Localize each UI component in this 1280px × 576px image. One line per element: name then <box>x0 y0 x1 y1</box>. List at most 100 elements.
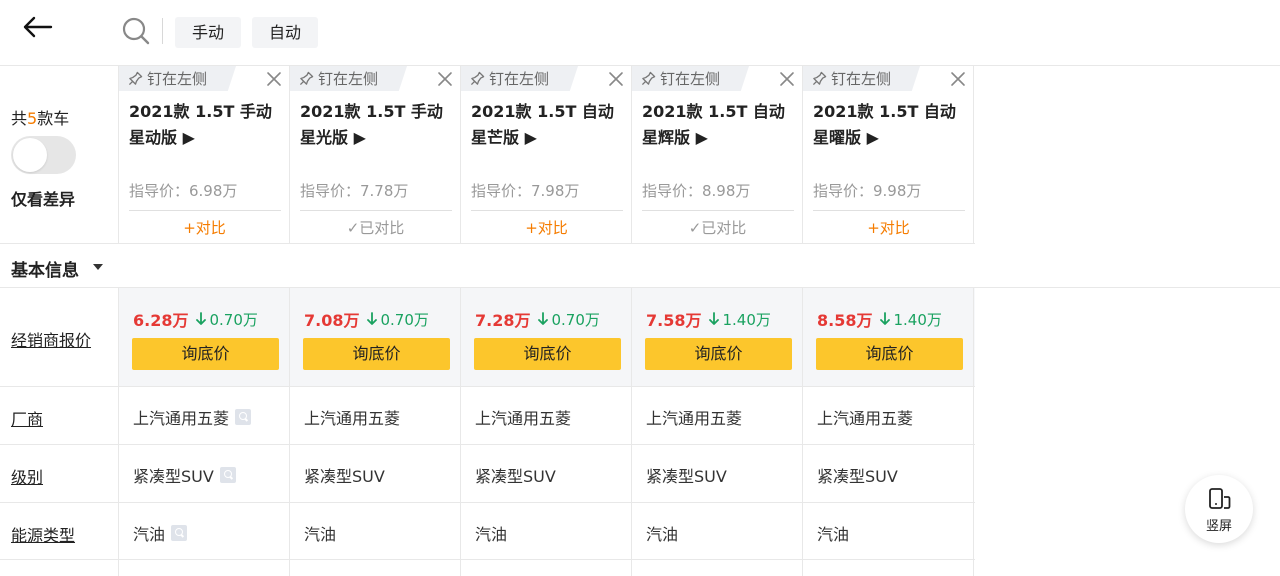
energy-value-wrap: 汽油 <box>646 521 678 545</box>
row-label: 级别 <box>0 445 119 502</box>
next-row <box>0 560 975 576</box>
car-model-name[interactable]: 2021款 1.5T 自动星芒版 ▶ <box>471 99 627 151</box>
down-arrow-icon <box>367 312 378 325</box>
toggle-knob <box>13 138 47 172</box>
price-drop-value: 0.70万 <box>380 310 429 329</box>
dealer-price-value: 7.08万 <box>304 311 360 330</box>
ask-lowest-price-button[interactable]: 询底价 <box>645 338 792 370</box>
close-icon[interactable] <box>437 71 453 87</box>
level-value-wrap: 紧凑型SUV <box>646 463 727 487</box>
level-label[interactable]: 级别 <box>11 464 43 488</box>
energy-label[interactable]: 能源类型 <box>11 522 75 546</box>
car-model-name[interactable]: 2021款 1.5T 手动星动版 ▶ <box>129 99 285 151</box>
maker-value-wrap: 上汽通用五菱 <box>817 405 913 429</box>
energy-value: 汽油 <box>133 525 166 544</box>
search-icon[interactable] <box>171 525 188 541</box>
close-icon[interactable] <box>266 71 282 87</box>
dealer-price-cell: 8.58万 1.40万询底价 <box>803 288 974 386</box>
caret-down-icon[interactable] <box>93 264 103 270</box>
dealer-price-value: 7.58万 <box>646 311 702 330</box>
search-icon[interactable] <box>235 409 252 425</box>
section-basic-info: 基本信息 <box>0 244 1280 288</box>
pin-label: 钉在左侧 <box>831 70 892 88</box>
energy-value: 汽油 <box>475 525 508 544</box>
level-value: 紧凑型SUV <box>646 467 727 486</box>
level-cell: 紧凑型SUV <box>290 445 461 502</box>
price-drop: 0.70万 <box>367 309 429 330</box>
guide-price: 指导价：7.78万 <box>300 182 409 200</box>
level-cell: 紧凑型SUV <box>461 445 632 502</box>
compare-header: 共5款车 仅看差异 钉在左侧 2021款 1.5T 手动星动版 ▶ 指导价：6.98… <box>0 66 975 244</box>
search-button[interactable] <box>118 14 154 48</box>
close-icon[interactable] <box>950 71 966 87</box>
car-column: 钉在左侧 2021款 1.5T 手动星动版 ▶ 指导价：6.98万 +对比 <box>119 66 290 244</box>
price-drop: 0.70万 <box>538 309 600 330</box>
maker-value-wrap: 上汽通用五菱 <box>475 405 571 429</box>
pin-icon <box>641 71 656 86</box>
ask-lowest-price-button[interactable]: 询底价 <box>816 338 963 370</box>
compare-toggle-button[interactable]: +对比 <box>803 217 974 238</box>
section-title[interactable]: 基本信息 <box>11 256 79 281</box>
energy-value-wrap: 汽油 <box>817 521 849 545</box>
divider <box>162 18 163 44</box>
level-cell: 紧凑型SUV <box>803 445 974 502</box>
next-row-cell <box>461 560 632 576</box>
car-column: 钉在左侧 2021款 1.5T 自动星曜版 ▶ 指导价：9.98万 +对比 <box>803 66 974 244</box>
pin-label: 钉在左侧 <box>147 70 208 88</box>
compare-toggle-button[interactable]: ✓已对比 <box>290 217 461 238</box>
filter-auto-chip[interactable]: 自动 <box>252 17 319 48</box>
compare-toggle-button[interactable]: +对比 <box>461 217 632 238</box>
maker-cell: 上汽通用五菱 <box>803 387 974 444</box>
compare-toggle-button[interactable]: ✓已对比 <box>632 217 803 238</box>
pin-label: 钉在左侧 <box>489 70 550 88</box>
energy-cell: 汽油 <box>290 503 461 559</box>
close-icon[interactable] <box>608 71 624 87</box>
pin-left-button[interactable]: 钉在左侧 <box>461 66 578 91</box>
pin-left-button[interactable]: 钉在左侧 <box>632 66 749 91</box>
dealer-price-value: 8.58万 <box>817 311 873 330</box>
price-drop-value: 0.70万 <box>209 310 258 329</box>
energy-row: 能源类型 汽油 汽油 汽油 汽油 汽油 <box>0 503 975 560</box>
level-cell: 紧凑型SUV <box>119 445 290 502</box>
compare-toggle-button[interactable]: +对比 <box>119 217 290 238</box>
price-drop: 1.40万 <box>880 309 942 330</box>
divider <box>300 210 452 211</box>
dealer-price: 8.58万 1.40万 <box>817 307 942 331</box>
car-model-name[interactable]: 2021款 1.5T 自动星辉版 ▶ <box>642 99 798 151</box>
diff-only-toggle[interactable] <box>11 136 76 174</box>
level-value-wrap: 紧凑型SUV <box>817 463 898 487</box>
pin-icon <box>470 71 485 86</box>
level-value: 紧凑型SUV <box>304 467 385 486</box>
price-drop: 0.70万 <box>196 309 258 330</box>
guide-price: 指导价：7.98万 <box>471 182 580 200</box>
pin-left-button[interactable]: 钉在左侧 <box>290 66 407 91</box>
maker-value: 上汽通用五菱 <box>646 409 743 428</box>
ask-lowest-price-button[interactable]: 询底价 <box>132 338 279 370</box>
energy-value-wrap: 汽油 <box>133 521 188 545</box>
dealer-price: 6.28万 0.70万 <box>133 307 258 331</box>
car-model-name[interactable]: 2021款 1.5T 手动星光版 ▶ <box>300 99 456 151</box>
maker-label[interactable]: 厂商 <box>11 406 43 430</box>
pin-left-button[interactable]: 钉在左侧 <box>119 66 236 91</box>
dealer-price-cell: 7.08万 0.70万询底价 <box>290 288 461 386</box>
next-row-cell <box>290 560 461 576</box>
ask-lowest-price-button[interactable]: 询底价 <box>303 338 450 370</box>
down-arrow-icon <box>880 312 891 325</box>
energy-value: 汽油 <box>817 525 850 544</box>
back-button[interactable] <box>18 10 58 44</box>
close-icon[interactable] <box>779 71 795 87</box>
energy-value-wrap: 汽油 <box>475 521 507 545</box>
car-column: 钉在左侧 2021款 1.5T 自动星辉版 ▶ 指导价：8.98万 ✓已对比 <box>632 66 803 244</box>
guide-price: 指导价：8.98万 <box>642 182 751 200</box>
portrait-mode-button[interactable]: 竖屏 <box>1185 475 1253 543</box>
pin-left-button[interactable]: 钉在左侧 <box>803 66 920 91</box>
row-label: 能源类型 <box>0 503 119 559</box>
dealer-price-cell: 7.28万 0.70万 询底价 <box>461 288 632 386</box>
filter-manual-chip[interactable]: 手动 <box>175 17 242 48</box>
search-icon[interactable] <box>219 467 236 483</box>
dealer-price-label[interactable]: 经销商报价 <box>11 327 91 351</box>
car-model-name[interactable]: 2021款 1.5T 自动星曜版 ▶ <box>813 99 969 151</box>
maker-cell: 上汽通用五菱 <box>119 387 290 444</box>
ask-lowest-price-button[interactable]: 询底价 <box>474 338 621 370</box>
back-arrow-icon <box>23 16 53 38</box>
